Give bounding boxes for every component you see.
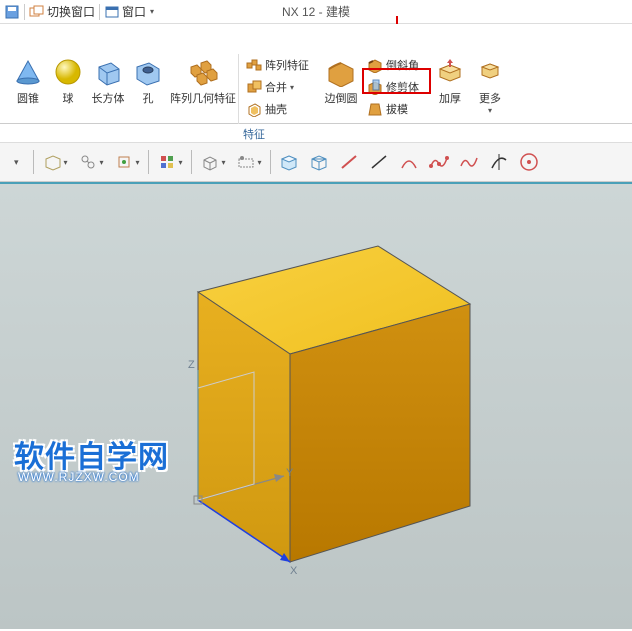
thicken-button[interactable]: 加厚 — [430, 54, 470, 123]
thicken-icon — [434, 56, 466, 88]
cone-icon — [12, 56, 44, 88]
feature-small-column-1: 阵列特征 合并 ▾ 抽壳 — [243, 54, 312, 123]
window-icon[interactable] — [104, 4, 120, 20]
combine-icon — [246, 79, 262, 95]
hole-icon — [132, 56, 164, 88]
pattern-feature-button[interactable]: 阵列特征 — [243, 54, 312, 76]
dropdown-arrow-icon[interactable]: ▾ — [150, 7, 154, 16]
selection-toolbar: ▾ ▾ ▾ ▾ ▾ ▾ ▾ — [0, 142, 632, 182]
filter-type-dropdown[interactable]: ▾ — [38, 148, 72, 176]
svg-text:X: X — [290, 565, 298, 577]
cuboid-icon — [92, 56, 124, 88]
layer-dropdown[interactable]: ▾ — [232, 148, 266, 176]
cone-button[interactable]: 圆锥 — [8, 54, 48, 123]
more-button[interactable]: 更多 ▾ — [470, 54, 510, 123]
trim-body-button[interactable]: 修剪体 — [364, 76, 422, 98]
model-render: X Y Z — [0, 184, 632, 631]
cuboid-button[interactable]: 长方体 — [88, 54, 128, 123]
more-icon — [474, 56, 506, 88]
pattern-geometry-button[interactable]: 阵列几何特征 — [168, 54, 238, 123]
hole-button[interactable]: 孔 — [128, 54, 168, 123]
combine-button[interactable]: 合并 ▾ — [243, 76, 312, 98]
edge-filter-button[interactable] — [335, 148, 363, 176]
draft-icon — [367, 101, 383, 117]
shell-icon — [246, 101, 262, 117]
separator — [238, 54, 239, 124]
ribbon: 圆锥 球 长方体 孔 阵列几何特征 — [0, 24, 632, 124]
viewport-3d[interactable]: X Y Z 软件自学网 WWW.RJZXW.COM — [0, 182, 632, 629]
shell-button[interactable]: 抽壳 — [243, 98, 312, 120]
draft-button[interactable]: 拔模 — [364, 98, 422, 120]
spline-button[interactable] — [455, 148, 483, 176]
edge-blend-button[interactable]: 边倒圆 — [318, 54, 364, 123]
select-scope-dropdown[interactable]: ▾ — [74, 148, 108, 176]
face-filter-button[interactable] — [275, 148, 303, 176]
body-filter-button[interactable] — [305, 148, 333, 176]
ribbon-group-label: 特征 — [0, 124, 508, 144]
trim-body-icon — [367, 79, 383, 95]
svg-text:Y: Y — [286, 467, 294, 479]
switch-window-icon[interactable] — [29, 4, 45, 20]
window-menu-label[interactable]: 窗口 — [122, 3, 146, 20]
app-title: NX 12 - 建模 — [282, 3, 350, 20]
sphere-button[interactable]: 球 — [48, 54, 88, 123]
edge-blend-icon — [325, 56, 357, 88]
pattern-feature-icon — [246, 57, 262, 73]
snap-mode-dropdown[interactable]: ▾ — [110, 148, 144, 176]
view-cube-dropdown[interactable]: ▾ — [196, 148, 230, 176]
circle-target-button[interactable] — [515, 148, 543, 176]
svg-text:Z: Z — [188, 359, 195, 371]
color-filter-dropdown[interactable]: ▾ — [153, 148, 187, 176]
line-tool-button[interactable] — [365, 148, 393, 176]
sphere-icon — [52, 56, 84, 88]
spline-point-button[interactable] — [425, 148, 453, 176]
watermark-url: WWW.RJZXW.COM — [18, 470, 140, 484]
separator — [24, 4, 25, 20]
pattern-geometry-icon — [187, 56, 219, 88]
switch-window-label[interactable]: 切换窗口 — [47, 3, 95, 20]
save-icon[interactable] — [4, 4, 20, 20]
chamfer-icon — [367, 57, 383, 73]
dropdown-arrow-icon[interactable]: ▾ — [4, 157, 29, 168]
title-bar: 切换窗口 窗口 ▾ NX 12 - 建模 — [0, 0, 632, 24]
chamfer-button[interactable]: 倒斜角 — [364, 54, 422, 76]
feature-small-column-2: 倒斜角 修剪体 拔模 — [364, 54, 422, 123]
arc-tool-button[interactable] — [395, 148, 423, 176]
tangent-arc-button[interactable] — [485, 148, 513, 176]
separator — [99, 4, 100, 20]
